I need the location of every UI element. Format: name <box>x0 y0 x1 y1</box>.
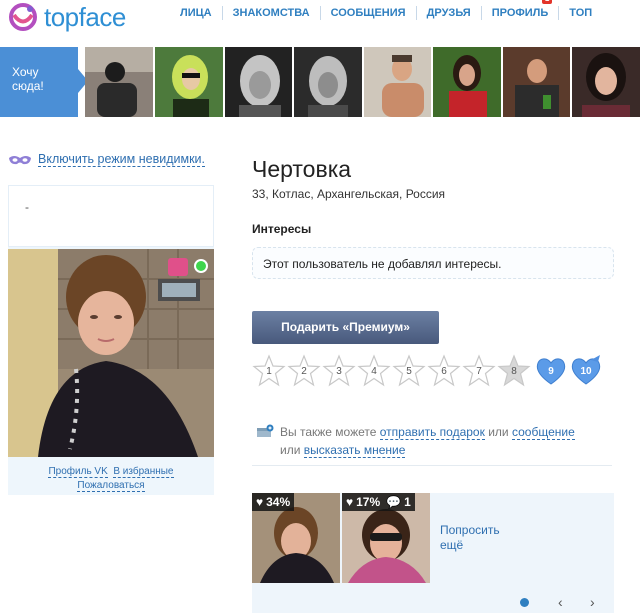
rating-star-label: 3 <box>336 366 342 377</box>
want-here-line1: Хочу <box>12 65 39 79</box>
photo-carousel: ♥ 34% ♥ 17% 💬 1 Попросить ещё ‹ › <box>252 493 614 613</box>
ask-more-line1: Попросить <box>440 523 500 537</box>
want-here-line2: сюда! <box>12 79 44 93</box>
rating-star-label: 2 <box>301 366 307 377</box>
interests-box: Этот пользователь не добавлял интересы. <box>252 247 614 279</box>
invisibility-label: Включить режим невидимки. <box>38 152 205 167</box>
rating-star-label: 5 <box>406 366 412 377</box>
nav-profile-label: ПРОФИЛЬ <box>491 7 549 19</box>
rating-heart-label: 10 <box>580 366 592 377</box>
rating-value: 17% <box>356 495 381 509</box>
rating-star-3[interactable]: 3 <box>322 354 356 388</box>
logo-text: topface <box>44 2 126 32</box>
online-status-icon <box>194 259 208 273</box>
mask-icon <box>9 155 31 164</box>
complain-link[interactable]: Пожаловаться <box>77 480 145 492</box>
rating-star-5[interactable]: 5 <box>392 354 426 388</box>
strip-photo[interactable] <box>224 47 293 117</box>
ask-more-photos[interactable]: Попросить ещё <box>440 523 500 553</box>
strip-photo[interactable] <box>294 47 362 117</box>
card-status-area: - <box>8 185 214 247</box>
nav-dating[interactable]: ЗНАКОМСТВА <box>223 6 321 20</box>
card-links: Профиль VK В избранные Пожаловаться <box>8 465 214 493</box>
topface-logo[interactable]: topface <box>8 2 158 32</box>
profile-card: - Профиль VK В избранные Пожаловаться <box>8 185 214 495</box>
invisibility-toggle[interactable]: Включить режим невидимки. <box>8 152 205 167</box>
gift-options: Вы также можете отправить подарок или со… <box>256 423 636 459</box>
want-here-button[interactable]: Хочу сюда! <box>0 47 88 117</box>
profile-location: 33, Котлас, Архангельская, Россия <box>252 187 446 201</box>
rating-star-4[interactable]: 4 <box>357 354 391 388</box>
nav-friends[interactable]: ДРУЗЬЯ <box>417 6 482 20</box>
nav-top[interactable]: ТОП <box>559 6 602 20</box>
rating-star-2[interactable]: 2 <box>287 354 321 388</box>
main-nav: ЛИЦА ЗНАКОМСТВА СООБЩЕНИЯ ДРУЗЬЯ ПРОФИЛЬ… <box>170 0 602 20</box>
rating-star-6[interactable]: 6 <box>427 354 461 388</box>
rating-stars: 1 2 3 4 5 6 7 8 9 10 <box>252 354 622 394</box>
notification-badge: 1 <box>541 0 553 4</box>
or-text: или <box>488 425 509 439</box>
strip-photo[interactable] <box>572 47 640 117</box>
status-text: - <box>25 200 29 214</box>
gift-icon <box>257 424 274 437</box>
heart-icon: ♥ <box>256 495 264 509</box>
rating-heart-label: 9 <box>548 366 554 377</box>
or-text: или <box>280 443 301 457</box>
site-header: topface ЛИЦА ЗНАКОМСТВА СООБЩЕНИЯ ДРУЗЬЯ… <box>0 0 640 36</box>
rating-star-label: 4 <box>371 366 377 377</box>
gift-premium-button[interactable]: Подарить «Премиум» <box>252 311 439 344</box>
heart-icon: ♥ <box>346 495 354 509</box>
rating-star-7[interactable]: 7 <box>462 354 496 388</box>
carousel-photo[interactable]: ♥ 34% <box>252 493 340 583</box>
nav-messages[interactable]: СООБЩЕНИЯ <box>321 6 417 20</box>
strip-photo[interactable] <box>502 47 571 117</box>
interests-heading: Интересы <box>252 222 312 236</box>
profile-name: Чертовка <box>252 156 352 182</box>
photo-rating: ♥ 34% <box>252 493 295 511</box>
rating-star-label: 7 <box>476 366 482 377</box>
nav-faces[interactable]: ЛИЦА <box>170 6 223 20</box>
add-favorites-link[interactable]: В избранные <box>113 466 174 478</box>
like-heart-icon[interactable] <box>168 258 188 276</box>
photo-strip: Хочу сюда! <box>0 47 640 117</box>
chevron-right-icon[interactable]: › <box>590 594 595 610</box>
divider <box>252 465 612 466</box>
comment-count: 1 <box>404 495 411 509</box>
send-gift-link[interactable]: отправить подарок <box>379 425 485 440</box>
rating-star-label: 1 <box>266 366 272 377</box>
main-profile-photo[interactable] <box>8 249 214 457</box>
strip-photo[interactable] <box>363 47 432 117</box>
strip-photo[interactable] <box>433 47 501 117</box>
interests-text: Этот пользователь не добавлял интересы. <box>263 257 502 271</box>
carousel-photo[interactable]: ♥ 17% 💬 1 <box>342 493 430 583</box>
send-message-link[interactable]: сообщение <box>511 425 575 440</box>
chevron-left-icon[interactable]: ‹ <box>558 594 563 610</box>
photo-rating: ♥ 17% 💬 1 <box>342 493 415 511</box>
topface-logo-icon <box>9 3 37 31</box>
give-opinion-link[interactable]: высказать мнение <box>303 443 406 458</box>
strip-photo[interactable] <box>155 47 223 117</box>
gift-prefix: Вы также можете <box>280 425 377 439</box>
rating-star-1[interactable]: 1 <box>252 354 286 388</box>
rating-heart-10[interactable]: 10 <box>569 354 603 388</box>
nav-profile[interactable]: ПРОФИЛЬ 1 <box>482 0 560 20</box>
rating-value: 34% <box>266 495 291 509</box>
strip-photo[interactable] <box>85 47 154 117</box>
rating-star-label: 8 <box>511 366 517 377</box>
carousel-page-dot[interactable] <box>520 598 529 607</box>
rating-heart-9[interactable]: 9 <box>534 354 568 388</box>
ask-more-line2: ещё <box>440 538 464 552</box>
profile-vk-link[interactable]: Профиль VK <box>48 466 108 478</box>
comment-icon: 💬 <box>386 495 402 509</box>
rating-star-label: 6 <box>441 366 447 377</box>
rating-star-8[interactable]: 8 <box>497 354 531 388</box>
